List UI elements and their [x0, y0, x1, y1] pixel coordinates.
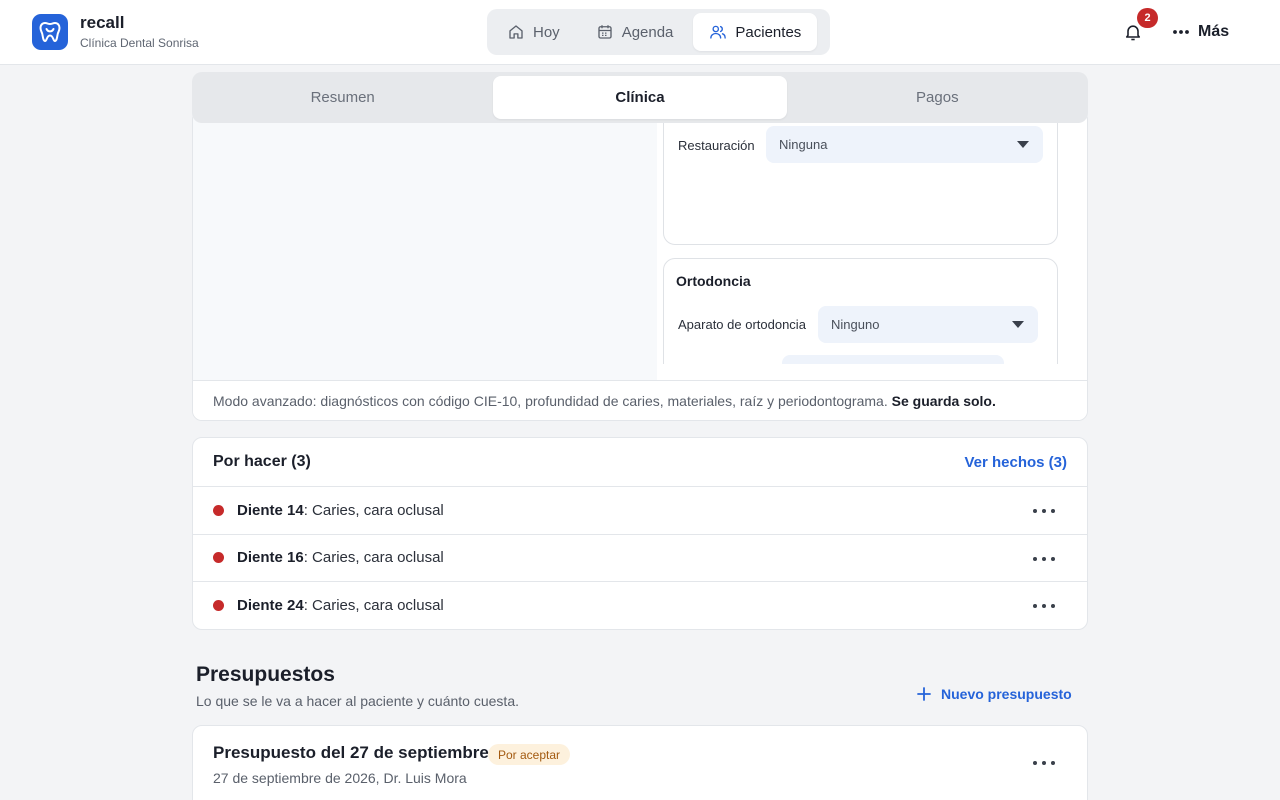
todo-tooth: Diente 14 [237, 501, 304, 519]
clinical-panel: Restauración Ninguna Ortodoncia Aparato … [192, 110, 1088, 421]
nav-item-agenda[interactable]: Agenda [580, 13, 690, 51]
top-bar: recall Clínica Dental Sonrisa Hoy Agenda… [0, 0, 1280, 65]
budgets-title: Presupuestos [196, 663, 335, 686]
tab-resumen[interactable]: Resumen [196, 76, 489, 119]
tooth-icon [39, 22, 61, 42]
autosave-note: Se guarda solo. [891, 393, 996, 409]
nav-item-pacientes[interactable]: Pacientes [693, 13, 818, 51]
nav-item-hoy[interactable]: Hoy [491, 13, 576, 51]
caret-down-icon [1017, 141, 1029, 148]
todo-description: Caries, cara oclusal [312, 549, 444, 567]
tab-pagos[interactable]: Pagos [791, 76, 1084, 119]
home-icon [509, 25, 523, 39]
ortho-appliance-select[interactable]: Ninguno [818, 306, 1038, 343]
ortho-appliance-label: Aparato de ortodoncia [678, 317, 806, 332]
restoration-label: Restauración [678, 138, 755, 153]
budget-card[interactable]: Presupuesto del 27 de septiembre Por ace… [192, 725, 1088, 800]
budget-menu-button[interactable] [1033, 755, 1055, 771]
notifications-badge: 2 [1137, 8, 1158, 28]
todo-row[interactable]: Diente 14: Caries, cara oclusal [193, 487, 1087, 535]
row-menu-button[interactable] [1033, 503, 1055, 519]
status-badge: Por aceptar [488, 744, 571, 765]
todo-tooth: Diente 24 [237, 597, 304, 615]
more-menu-label: Más [1198, 23, 1230, 40]
more-menu-button[interactable]: Más [1172, 20, 1229, 44]
todo-description: Caries, cara oclusal [312, 501, 444, 519]
todo-row[interactable]: Diente 24: Caries, cara oclusal [193, 582, 1087, 629]
row-menu-button[interactable] [1033, 551, 1055, 567]
todo-header: Por hacer (3) Ver hechos (3) [193, 438, 1087, 487]
caret-down-icon [1012, 321, 1024, 328]
advanced-mode-note: Modo avanzado: diagnósticos con código C… [193, 380, 1087, 420]
ortho-appliance-value: Ninguno [831, 317, 880, 332]
status-dot [213, 600, 224, 612]
ellipsis-icon [1173, 30, 1189, 34]
restoration-value: Ninguna [779, 137, 828, 152]
new-budget-label: Nuevo presupuesto [941, 686, 1072, 702]
restoration-select[interactable]: Ninguna [766, 126, 1043, 163]
ortho-secondary-select[interactable] [782, 355, 1004, 364]
plus-icon [917, 687, 931, 701]
view-done-link[interactable]: Ver hechos (3) [964, 454, 1067, 471]
todo-tooth: Diente 16 [237, 549, 304, 567]
orthodontics-card: Ortodoncia Aparato de ortodoncia Ninguno [663, 258, 1058, 364]
status-dot [213, 504, 224, 516]
todo-row[interactable]: Diente 16: Caries, cara oclusal [193, 535, 1087, 583]
patient-tabs: Resumen Clínica Pagos [192, 72, 1088, 123]
advanced-mode-text: Modo avanzado: diagnósticos con código C… [213, 393, 888, 409]
budget-name: Presupuesto del 27 de septiembre [213, 743, 489, 762]
status-dot [213, 552, 224, 564]
app-name: recall [80, 13, 125, 32]
todo-title: Por hacer (3) [213, 453, 311, 470]
row-menu-button[interactable] [1033, 598, 1055, 614]
budget-meta: 27 de septiembre de 2026, Dr. Luis Mora [213, 770, 467, 786]
tab-clinica[interactable]: Clínica [493, 76, 787, 119]
users-icon [710, 25, 727, 39]
budgets-subtitle: Lo que se le va a hacer al paciente y cu… [196, 693, 519, 709]
restoration-card: Restauración Ninguna [663, 111, 1058, 245]
main-nav: Hoy Agenda Pacientes [487, 9, 830, 55]
new-budget-button[interactable]: Nuevo presupuesto [916, 684, 1072, 704]
nav-item-label: Hoy [533, 23, 560, 41]
clinic-name: Clínica Dental Sonrisa [80, 36, 199, 50]
tooth-detail-scroll[interactable]: Restauración Ninguna Ortodoncia Aparato … [193, 111, 1087, 364]
orthodontics-title: Ortodoncia [676, 273, 751, 289]
nav-item-label: Pacientes [735, 23, 802, 41]
calendar-icon [598, 25, 612, 39]
todo-description: Caries, cara oclusal [312, 597, 444, 615]
app-logo[interactable] [32, 14, 68, 50]
nav-item-label: Agenda [621, 23, 674, 41]
todo-card: Por hacer (3) Ver hechos (3) Diente 14: … [192, 437, 1088, 630]
